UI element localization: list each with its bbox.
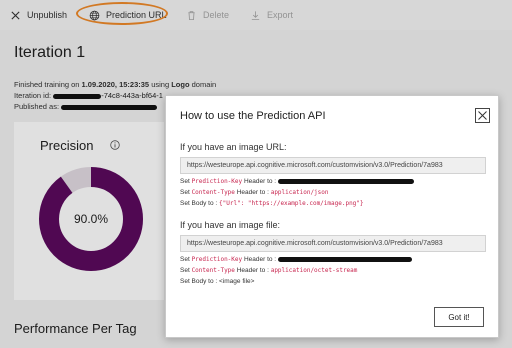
image-url-heading: If you have an image URL:: [180, 142, 287, 152]
prediction-api-dialog: How to use the Prediction API If you hav…: [165, 95, 499, 338]
image-file-endpoint-field[interactable]: https://westeurope.api.cognitive.microso…: [180, 235, 486, 252]
image-file-body-line: Set Body to : <image file>: [180, 278, 255, 285]
image-url-content-type-line: Set Content-Type Header to : application…: [180, 189, 329, 196]
close-icon: [478, 111, 487, 120]
image-url-body-line: Set Body to : {"Url": "https://example.c…: [180, 200, 364, 207]
image-file-prediction-key-line: Set Prediction-Key Header to :: [180, 256, 412, 263]
dialog-close-button[interactable]: [475, 108, 490, 123]
image-url-endpoint-field[interactable]: https://westeurope.api.cognitive.microso…: [180, 157, 486, 174]
image-file-content-type-line: Set Content-Type Header to : application…: [180, 267, 358, 274]
image-file-heading: If you have an image file:: [180, 220, 281, 230]
image-url-prediction-key-line: Set Prediction-Key Header to :: [180, 178, 414, 185]
got-it-button[interactable]: Got it!: [434, 307, 484, 327]
dialog-title: How to use the Prediction API: [180, 110, 326, 122]
redacted-prediction-key: [277, 256, 412, 262]
redacted-prediction-key: [277, 178, 414, 184]
